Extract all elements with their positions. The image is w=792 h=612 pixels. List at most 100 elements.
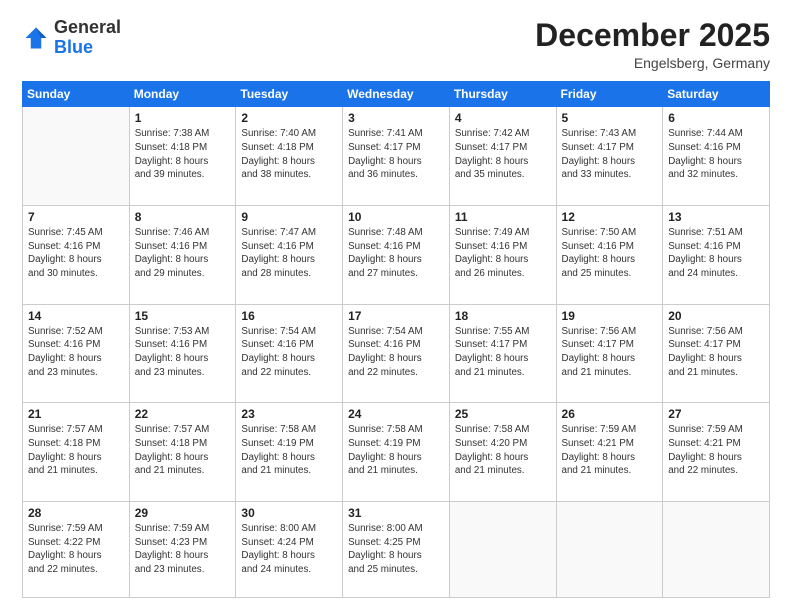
calendar-cell: 5 Sunrise: 7:43 AMSunset: 4:17 PMDaylight… [556, 107, 663, 206]
day-info: Sunrise: 7:48 AMSunset: 4:16 PMDaylight:… [348, 226, 444, 281]
day-number: 20 [668, 309, 764, 323]
logo-text: General Blue [54, 18, 121, 58]
day-info: Sunrise: 8:00 AMSunset: 4:24 PMDaylight:… [241, 522, 337, 577]
day-info: Sunrise: 7:41 AMSunset: 4:17 PMDaylight:… [348, 127, 444, 182]
calendar-cell: 16 Sunrise: 7:54 AMSunset: 4:16 PMDayligh… [236, 304, 343, 403]
day-number: 31 [348, 506, 444, 520]
day-info: Sunrise: 8:00 AMSunset: 4:25 PMDaylight:… [348, 522, 444, 577]
calendar-cell: 13Sunrise: 7:51 AMSunset: 4:16 PMDayligh… [663, 205, 770, 304]
calendar-cell: 7Sunrise: 7:45 AMSunset: 4:16 PMDaylight… [23, 205, 130, 304]
day-info: Sunrise: 7:44 AMSunset: 4:16 PMDaylight:… [668, 127, 764, 182]
calendar-cell: 15 Sunrise: 7:53 AMSunset: 4:16 PMDayligh… [129, 304, 236, 403]
day-info: Sunrise: 7:50 AMSunset: 4:16 PMDaylight:… [562, 226, 658, 281]
day-info: Sunrise: 7:43 AMSunset: 4:17 PMDaylight:… [562, 127, 658, 182]
calendar-cell: 11 Sunrise: 7:49 AMSunset: 4:16 PMDayligh… [449, 205, 556, 304]
day-info: Sunrise: 7:47 AMSunset: 4:16 PMDaylight:… [241, 226, 337, 281]
day-number: 11 [455, 210, 551, 224]
weekday-header-monday: Monday [129, 82, 236, 107]
day-number: 24 [348, 407, 444, 421]
day-number: 10 [348, 210, 444, 224]
day-number: 15 [135, 309, 231, 323]
calendar-week-2: 14 Sunrise: 7:52 AMSunset: 4:16 PMDayligh… [23, 304, 770, 403]
day-info: Sunrise: 7:52 AMSunset: 4:16 PMDaylight:… [28, 325, 124, 380]
day-number: 6 [668, 111, 764, 125]
day-info: Sunrise: 7:53 AMSunset: 4:16 PMDaylight:… [135, 325, 231, 380]
day-number: 16 [241, 309, 337, 323]
calendar-cell: 6 Sunrise: 7:44 AMSunset: 4:16 PMDaylight… [663, 107, 770, 206]
weekday-header-friday: Friday [556, 82, 663, 107]
weekday-header-sunday: Sunday [23, 82, 130, 107]
day-number: 18 [455, 309, 551, 323]
day-info: Sunrise: 7:59 AMSunset: 4:21 PMDaylight:… [562, 423, 658, 478]
day-info: Sunrise: 7:59 AMSunset: 4:21 PMDaylight:… [668, 423, 764, 478]
day-info: Sunrise: 7:58 AMSunset: 4:19 PMDaylight:… [241, 423, 337, 478]
logo-blue: Blue [54, 37, 93, 57]
weekday-header-saturday: Saturday [663, 82, 770, 107]
calendar-cell: 21Sunrise: 7:57 AMSunset: 4:18 PMDayligh… [23, 403, 130, 502]
calendar-cell: 23 Sunrise: 7:58 AMSunset: 4:19 PMDayligh… [236, 403, 343, 502]
day-info: Sunrise: 7:59 AMSunset: 4:22 PMDaylight:… [28, 522, 124, 577]
day-number: 17 [348, 309, 444, 323]
day-info: Sunrise: 7:57 AMSunset: 4:18 PMDaylight:… [135, 423, 231, 478]
title-block: December 2025 Engelsberg, Germany [535, 18, 770, 71]
calendar-cell: 17Sunrise: 7:54 AMSunset: 4:16 PMDayligh… [343, 304, 450, 403]
day-number: 19 [562, 309, 658, 323]
header: General Blue December 2025 Engelsberg, G… [22, 18, 770, 71]
calendar-cell: 22 Sunrise: 7:57 AMSunset: 4:18 PMDayligh… [129, 403, 236, 502]
day-number: 22 [135, 407, 231, 421]
weekday-header-wednesday: Wednesday [343, 82, 450, 107]
day-info: Sunrise: 7:40 AMSunset: 4:18 PMDaylight:… [241, 127, 337, 182]
logo-icon [22, 24, 50, 52]
calendar-cell: 24Sunrise: 7:58 AMSunset: 4:19 PMDayligh… [343, 403, 450, 502]
calendar-cell: 26Sunrise: 7:59 AMSunset: 4:21 PMDayligh… [556, 403, 663, 502]
calendar-cell: 1 Sunrise: 7:38 AMSunset: 4:18 PMDaylight… [129, 107, 236, 206]
day-info: Sunrise: 7:42 AMSunset: 4:17 PMDaylight:… [455, 127, 551, 182]
day-number: 30 [241, 506, 337, 520]
calendar-cell [23, 107, 130, 206]
calendar-cell: 3Sunrise: 7:41 AMSunset: 4:17 PMDaylight… [343, 107, 450, 206]
day-number: 13 [668, 210, 764, 224]
calendar-cell: 12 Sunrise: 7:50 AMSunset: 4:16 PMDayligh… [556, 205, 663, 304]
day-info: Sunrise: 7:49 AMSunset: 4:16 PMDaylight:… [455, 226, 551, 281]
day-number: 23 [241, 407, 337, 421]
calendar-cell: 28 Sunrise: 7:59 AMSunset: 4:22 PMDayligh… [23, 501, 130, 597]
calendar-cell [556, 501, 663, 597]
day-info: Sunrise: 7:46 AMSunset: 4:16 PMDaylight:… [135, 226, 231, 281]
calendar-cell [449, 501, 556, 597]
day-number: 7 [28, 210, 124, 224]
day-number: 5 [562, 111, 658, 125]
calendar-cell: 10 Sunrise: 7:48 AMSunset: 4:16 PMDayligh… [343, 205, 450, 304]
calendar-cell: 29 Sunrise: 7:59 AMSunset: 4:23 PMDayligh… [129, 501, 236, 597]
calendar-table: SundayMondayTuesdayWednesdayThursdayFrid… [22, 81, 770, 598]
day-info: Sunrise: 7:58 AMSunset: 4:20 PMDaylight:… [455, 423, 551, 478]
day-info: Sunrise: 7:54 AMSunset: 4:16 PMDaylight:… [241, 325, 337, 380]
calendar-week-1: 7Sunrise: 7:45 AMSunset: 4:16 PMDaylight… [23, 205, 770, 304]
day-number: 28 [28, 506, 124, 520]
day-info: Sunrise: 7:38 AMSunset: 4:18 PMDaylight:… [135, 127, 231, 182]
day-number: 12 [562, 210, 658, 224]
day-number: 29 [135, 506, 231, 520]
calendar-week-3: 21Sunrise: 7:57 AMSunset: 4:18 PMDayligh… [23, 403, 770, 502]
day-info: Sunrise: 7:57 AMSunset: 4:18 PMDaylight:… [28, 423, 124, 478]
page: General Blue December 2025 Engelsberg, G… [0, 0, 792, 612]
calendar-cell: 19 Sunrise: 7:56 AMSunset: 4:17 PMDayligh… [556, 304, 663, 403]
day-info: Sunrise: 7:55 AMSunset: 4:17 PMDaylight:… [455, 325, 551, 380]
calendar-cell: 25 Sunrise: 7:58 AMSunset: 4:20 PMDayligh… [449, 403, 556, 502]
month-title: December 2025 [535, 18, 770, 53]
day-number: 25 [455, 407, 551, 421]
calendar-cell: 31 Sunrise: 8:00 AMSunset: 4:25 PMDayligh… [343, 501, 450, 597]
day-number: 27 [668, 407, 764, 421]
day-number: 14 [28, 309, 124, 323]
calendar-week-0: 1 Sunrise: 7:38 AMSunset: 4:18 PMDaylight… [23, 107, 770, 206]
calendar-cell: 27 Sunrise: 7:59 AMSunset: 4:21 PMDayligh… [663, 403, 770, 502]
calendar-cell: 8Sunrise: 7:46 AMSunset: 4:16 PMDaylight… [129, 205, 236, 304]
day-info: Sunrise: 7:56 AMSunset: 4:17 PMDaylight:… [562, 325, 658, 380]
day-number: 4 [455, 111, 551, 125]
day-number: 1 [135, 111, 231, 125]
calendar-cell [663, 501, 770, 597]
weekday-header-row: SundayMondayTuesdayWednesdayThursdayFrid… [23, 82, 770, 107]
day-info: Sunrise: 7:59 AMSunset: 4:23 PMDaylight:… [135, 522, 231, 577]
logo: General Blue [22, 18, 121, 58]
day-number: 9 [241, 210, 337, 224]
location: Engelsberg, Germany [535, 55, 770, 71]
